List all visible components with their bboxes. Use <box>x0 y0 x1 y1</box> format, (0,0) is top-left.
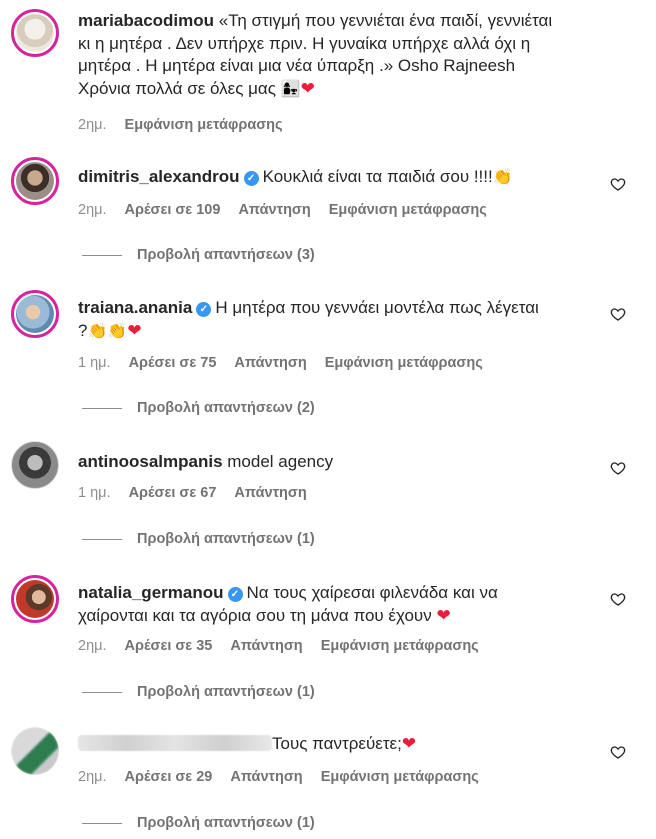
likes-count[interactable]: Αρέσει σε 75 <box>129 355 217 371</box>
comment-text: natalia_germanou ✓ Να τους χαίρεσαι φιλενά… <box>78 582 598 627</box>
avatar[interactable] <box>11 157 59 205</box>
likes-count[interactable]: Αρέσει σε 35 <box>125 638 213 654</box>
reply-button[interactable]: Απάντηση <box>234 485 306 501</box>
reply-button[interactable]: Απάντηση <box>230 638 302 654</box>
comment-body: model agency <box>227 452 334 471</box>
heart-outline-icon[interactable] <box>610 744 626 760</box>
comment-meta: 2ημ. Αρέσει σε 29 Απάντηση Εμφάνιση μετά… <box>78 769 493 785</box>
clapping-emoji: 👏👏 <box>87 320 128 340</box>
replies-divider <box>82 407 122 409</box>
heart-outline-icon[interactable] <box>610 591 626 607</box>
comment-username[interactable]: natalia_germanou <box>78 583 224 602</box>
comment-meta: 1 ημ. Αρέσει σε 67 Απάντηση <box>78 485 321 501</box>
translate-link[interactable]: Εμφάνιση μετάφρασης <box>321 638 479 654</box>
avatar[interactable] <box>11 290 59 338</box>
verified-badge-icon: ✓ <box>227 587 243 602</box>
replies-divider <box>82 822 122 824</box>
comment-username[interactable]: antinoosalmpanis <box>78 452 223 471</box>
view-replies-button[interactable]: Προβολή απαντήσεων (1) <box>82 815 315 831</box>
replies-divider <box>82 691 122 693</box>
comment-time: 1 ημ. <box>78 355 111 371</box>
likes-count[interactable]: Αρέσει σε 109 <box>125 202 221 218</box>
translate-link[interactable]: Εμφάνιση μετάφρασης <box>325 355 483 371</box>
replies-divider <box>82 538 122 540</box>
avatar-photo-blurred <box>11 727 59 775</box>
clapping-emoji: 👏 <box>492 167 513 186</box>
red-heart-emoji: ❤ <box>300 78 315 99</box>
heart-outline-icon[interactable] <box>610 460 626 476</box>
heart-outline-icon[interactable] <box>610 176 626 192</box>
comment-body-line: «Τη στιγμή που γεννιέται ένα παιδί, γενν… <box>218 11 553 30</box>
view-replies-label: Προβολή απαντήσεων (2) <box>137 400 315 416</box>
comment-time: 2ημ. <box>78 202 107 218</box>
blurred-username <box>78 735 272 751</box>
comment-body-line: χαίρονται και τα αγόρια σου τη μάνα που … <box>78 605 432 625</box>
comment-time: 1 ημ. <box>78 485 111 501</box>
avatar-photo <box>16 14 54 52</box>
view-replies-label: Προβολή απαντήσεων (3) <box>137 247 315 263</box>
avatar-photo <box>16 580 54 618</box>
comment-time: 2ημ. <box>78 769 107 785</box>
likes-count[interactable]: Αρέσει σε 67 <box>129 485 217 501</box>
comment-meta: 1 ημ. Αρέσει σε 75 Απάντηση Εμφάνιση μετ… <box>78 355 497 371</box>
avatar-photo <box>16 162 54 200</box>
avatar[interactable] <box>11 727 59 775</box>
view-replies-button[interactable]: Προβολή απαντήσεων (1) <box>82 684 315 700</box>
comment-username[interactable]: traiana.anania <box>78 298 192 317</box>
reply-button[interactable]: Απάντηση <box>238 202 310 218</box>
replies-divider <box>82 254 122 256</box>
comment-meta: 2ημ. Εμφάνιση μετάφρασης <box>78 117 297 133</box>
comment-text: Τους παντρεύετε;❤ <box>78 733 598 756</box>
comment-meta: 2ημ. Αρέσει σε 35 Απάντηση Εμφάνιση μετά… <box>78 638 493 654</box>
verified-badge-icon: ✓ <box>196 302 212 317</box>
comment-time: 2ημ. <box>78 117 107 133</box>
view-replies-button[interactable]: Προβολή απαντήσεων (2) <box>82 400 315 416</box>
heart-outline-icon[interactable] <box>610 306 626 322</box>
view-replies-button[interactable]: Προβολή απαντήσεων (3) <box>82 247 315 263</box>
comment-body-line: μητέρα . Η μητέρα είναι μια νέα ύπαρξη .… <box>78 56 516 75</box>
likes-count[interactable]: Αρέσει σε 29 <box>125 769 213 785</box>
comment-body: Τους παντρεύετε; <box>272 734 402 753</box>
reply-button[interactable]: Απάντηση <box>234 355 306 371</box>
comment-body: Κουκλιά είναι τα παιδιά σου !!!! <box>262 167 493 186</box>
translate-link[interactable]: Εμφάνιση μετάφρασης <box>329 202 487 218</box>
view-replies-label: Προβολή απαντήσεων (1) <box>137 684 315 700</box>
comment-text: antinoosalmpanis model agency <box>78 451 598 474</box>
reply-button[interactable]: Απάντηση <box>230 769 302 785</box>
translate-link[interactable]: Εμφάνιση μετάφρασης <box>321 769 479 785</box>
view-replies-label: Προβολή απαντήσεων (1) <box>137 815 315 831</box>
view-replies-label: Προβολή απαντήσεων (1) <box>137 531 315 547</box>
comment-meta: 2ημ. Αρέσει σε 109 Απάντηση Εμφάνιση μετ… <box>78 202 501 218</box>
avatar[interactable] <box>11 575 59 623</box>
family-emoji: 👩‍👧 <box>280 78 301 98</box>
avatar-photo <box>16 295 54 333</box>
comment-time: 2ημ. <box>78 638 107 654</box>
red-heart-emoji: ❤ <box>401 734 417 754</box>
comment-body-line: Χρόνια πολλά σε όλες μας <box>78 78 276 98</box>
translate-link[interactable]: Εμφάνιση μετάφρασης <box>125 117 283 133</box>
comment-text: dimitris_alexandrou ✓ Κουκλιά είναι τα παι… <box>78 166 598 189</box>
red-heart-emoji: ❤ <box>127 320 142 341</box>
verified-badge-icon: ✓ <box>243 171 259 186</box>
comment-username[interactable]: dimitris_alexandrou <box>78 167 240 186</box>
comment-text: traiana.anania ✓ Η μητέρα που γεννάει μοντ… <box>78 297 598 342</box>
comment-username[interactable]: mariabacodimou <box>78 11 214 30</box>
comment-text: mariabacodimou «Τη στιγμή που γεννιέται … <box>78 10 598 100</box>
avatar[interactable] <box>11 9 59 57</box>
avatar[interactable] <box>11 441 59 489</box>
comment-body: Να τους χαίρεσαι φιλενάδα και να <box>246 583 498 602</box>
view-replies-button[interactable]: Προβολή απαντήσεων (1) <box>82 531 315 547</box>
avatar-photo <box>11 441 59 489</box>
comment-body-line: κι η μητέρα . Δεν υπήρχε πριν. Η γυναίκα… <box>78 33 531 53</box>
red-heart-emoji: ❤ <box>436 605 451 626</box>
comment-body: Η μητέρα που γεννάει μοντέλα πως λέγεται <box>215 298 539 317</box>
